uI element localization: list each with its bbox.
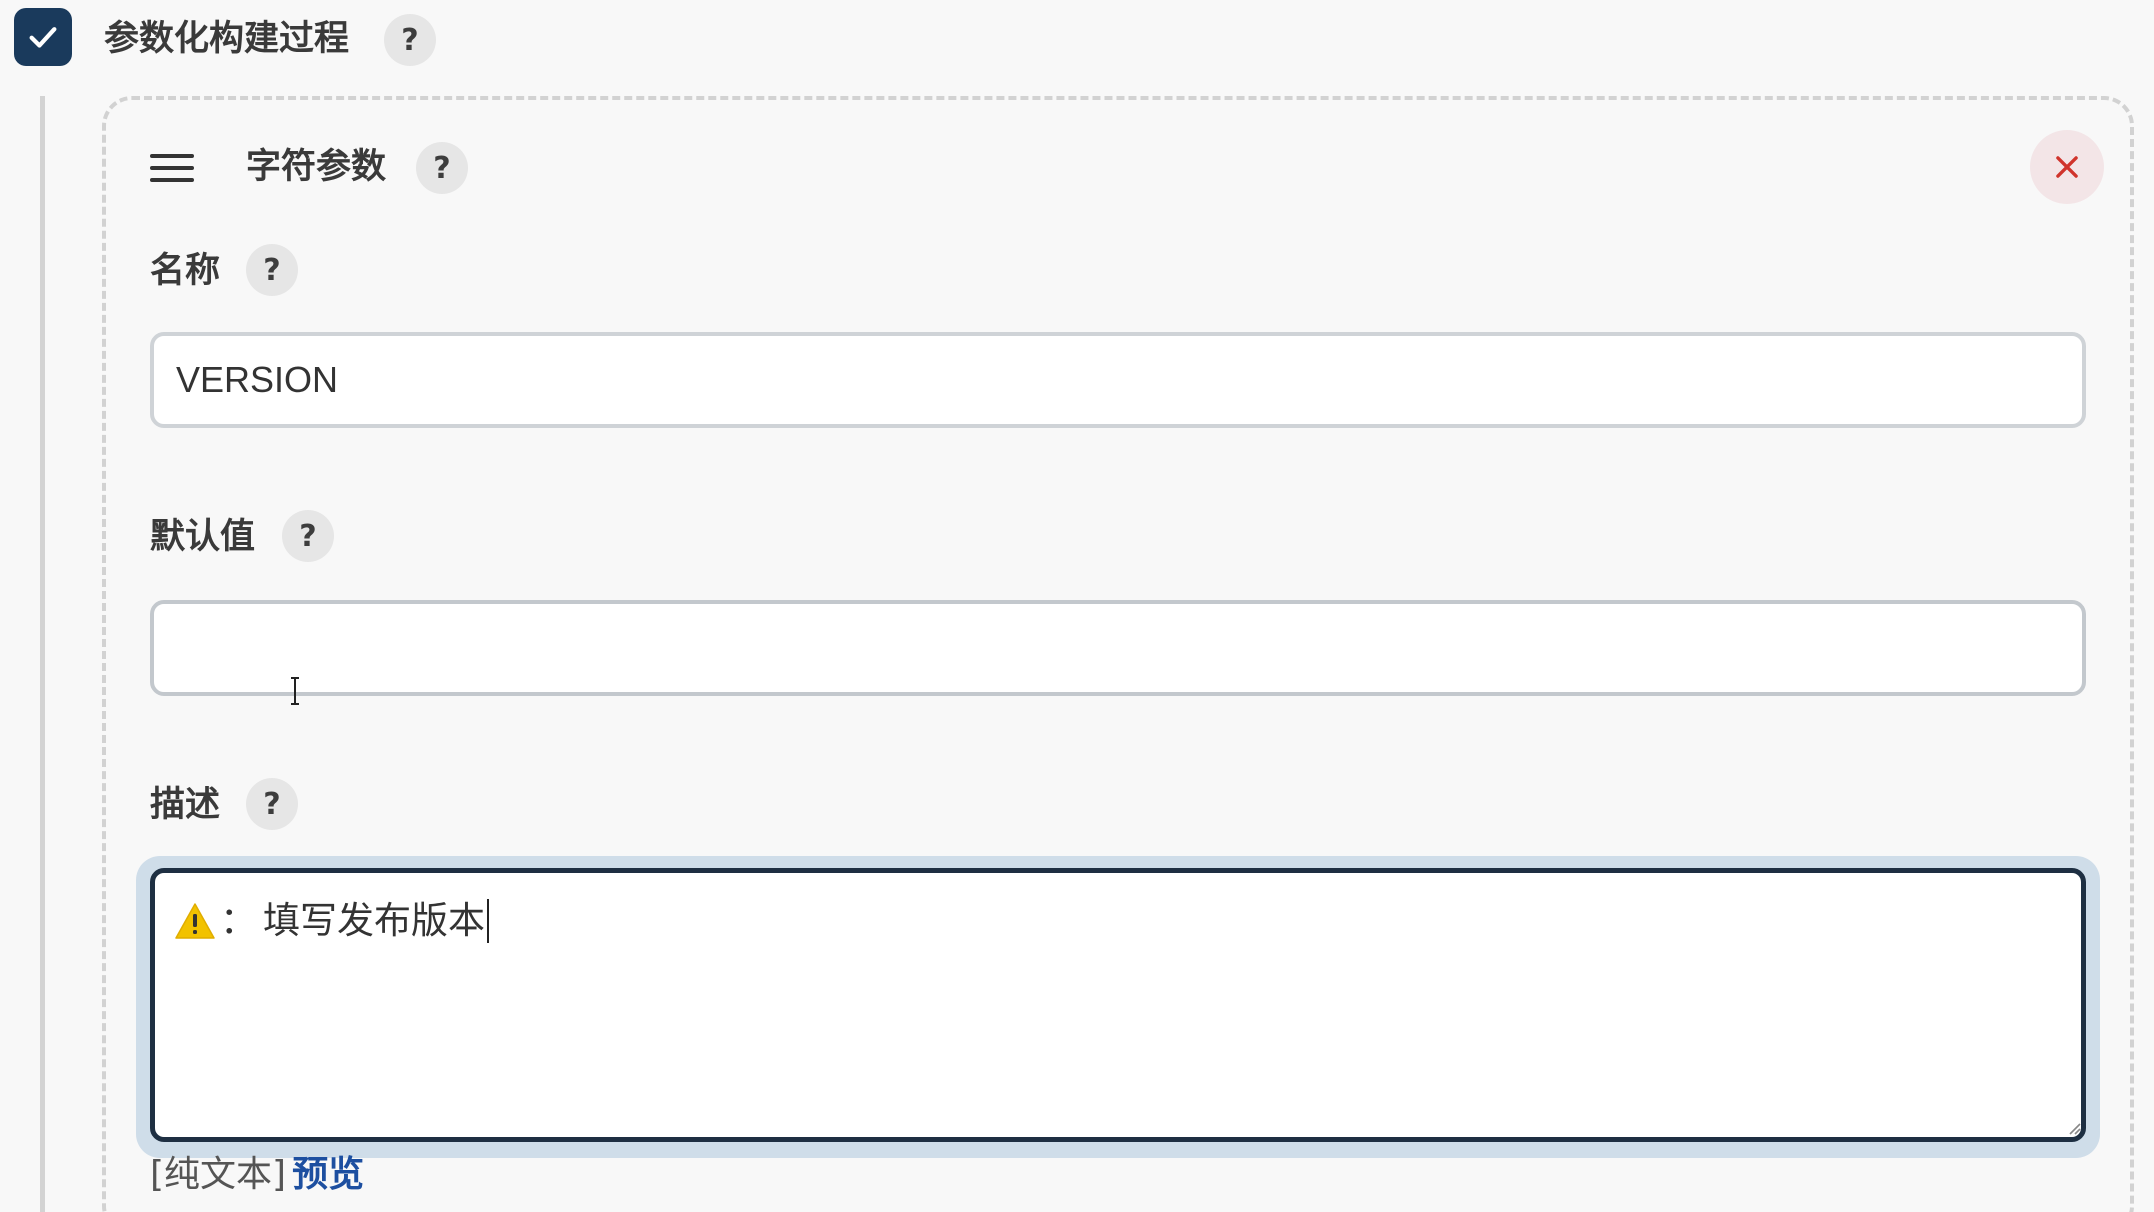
name-label: 名称 (150, 251, 221, 291)
preview-link[interactable]: 预览 (292, 1154, 364, 1195)
description-label: 描述 (150, 785, 221, 825)
name-help-button[interactable]: ? (246, 244, 298, 296)
check-icon (29, 27, 57, 48)
description-text: 填写发布版本 (263, 899, 485, 942)
drag-handle-icon[interactable] (150, 154, 194, 184)
default-value-help-button[interactable]: ? (282, 510, 334, 562)
default-value-input[interactable] (150, 600, 2086, 696)
description-help-button[interactable]: ? (246, 778, 298, 830)
text-caret (487, 899, 489, 943)
close-icon (2056, 156, 2078, 178)
text-cursor-icon (291, 677, 299, 705)
parameterized-build-help-button[interactable]: ? (384, 14, 436, 66)
description-content: ： 填写发布版本 (174, 896, 489, 946)
plain-text-mode: [纯文本] (150, 1154, 287, 1195)
parameterized-build-label: 参数化构建过程 (104, 19, 350, 59)
parameter-type-title: 字符参数 (246, 147, 387, 187)
resize-grip-icon[interactable] (2066, 1120, 2082, 1136)
section-indent-line (40, 96, 45, 1212)
name-input[interactable] (150, 332, 2086, 428)
format-row: [纯文本] 预览 (150, 1150, 364, 1200)
default-value-label: 默认值 (150, 517, 256, 557)
delete-parameter-button[interactable] (2030, 130, 2104, 204)
parameterized-build-checkbox[interactable] (14, 8, 72, 66)
parameter-type-help-button[interactable]: ? (416, 142, 468, 194)
warning-icon (175, 903, 215, 939)
page: 参数化构建过程 ? 字符参数 ? 名称 ? 默认值 ? 描述 ? ： 填写发布版… (0, 0, 2154, 1212)
warning-colon: ： (220, 899, 257, 942)
